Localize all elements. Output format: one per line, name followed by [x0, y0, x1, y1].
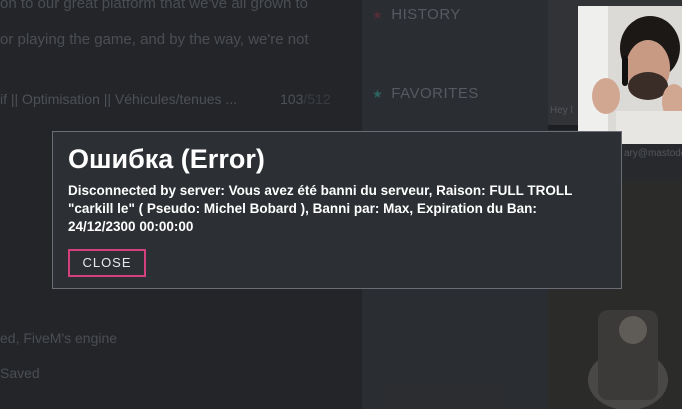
webcam-overlay [578, 6, 682, 144]
close-button[interactable]: CLOSE [68, 249, 146, 277]
dialog-message: Disconnected by server: Vous avez été ba… [68, 183, 573, 234]
webcam-image [578, 6, 682, 144]
error-dialog: Ошибка (Error) Disconnected by server: V… [52, 131, 622, 289]
fivem-screen: on to our great platform that we've all … [0, 0, 682, 409]
dialog-title: Ошибка (Error) [68, 144, 265, 174]
